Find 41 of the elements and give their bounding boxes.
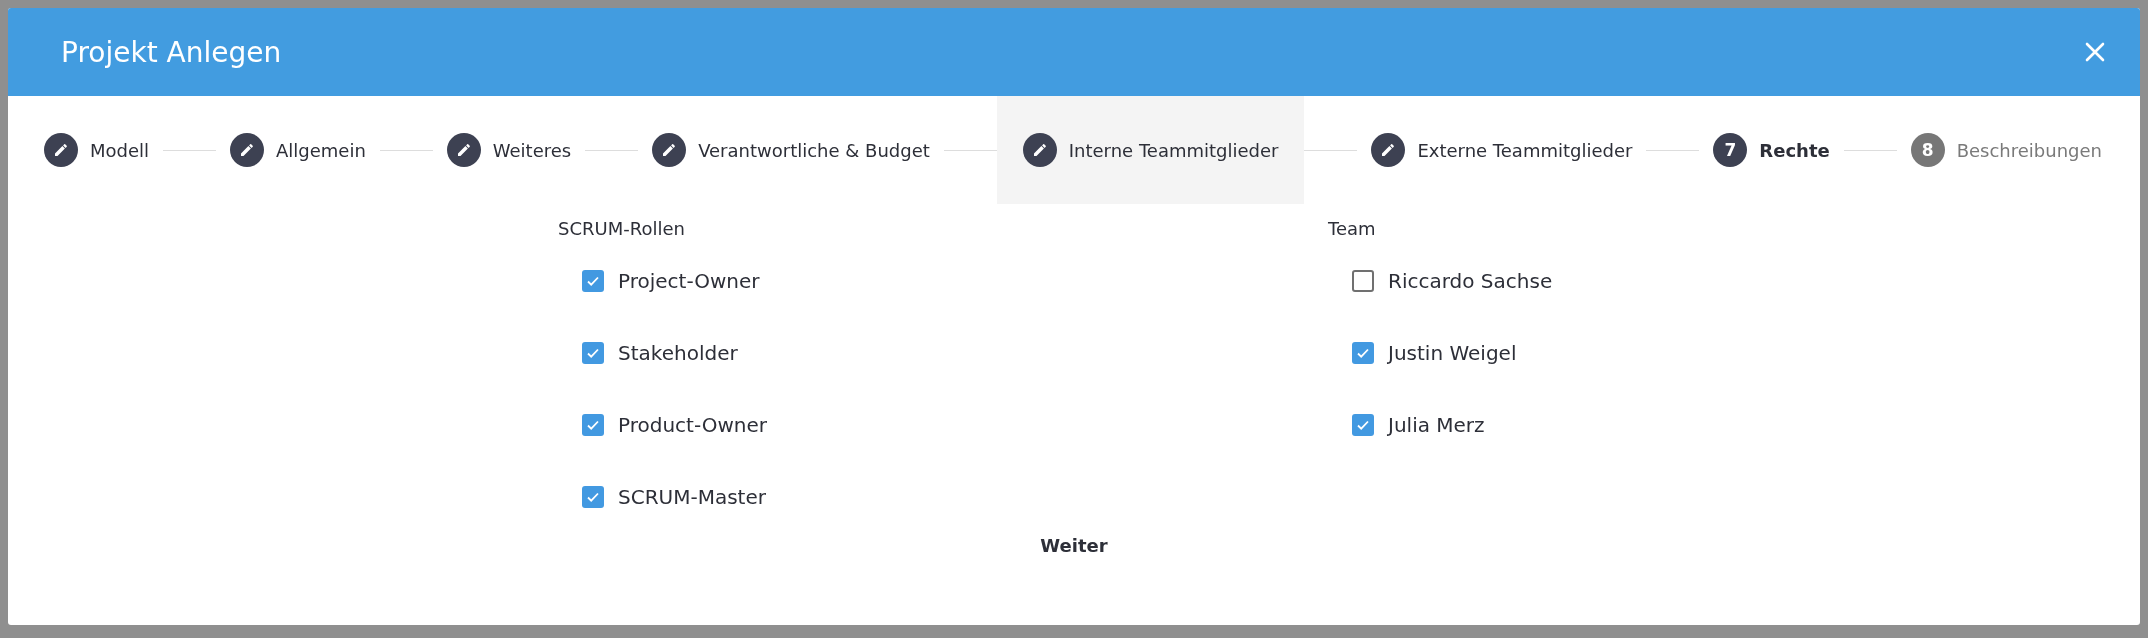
checkbox-label: Julia Merz [1388,413,1485,437]
pencil-icon [1380,142,1397,158]
wizard-step[interactable]: Externe Teammitglieder [1357,96,1647,204]
checkbox[interactable] [582,270,604,292]
step-label: Rechte [1759,139,1830,161]
step-number: 7 [1713,133,1748,167]
checkbox[interactable] [1352,342,1374,364]
wizard-step[interactable]: Allgemein [216,96,380,204]
wizard-step[interactable]: 7 Rechte [1699,96,1844,204]
checkbox-label: Riccardo Sachse [1388,269,1553,293]
dialog-title: Projekt Anlegen [61,35,282,69]
step-label: Weiteres [492,139,572,161]
step-label: Interne Teammitglieder [1068,139,1279,161]
pencil-icon [455,142,472,158]
pencil-icon [53,142,69,158]
wizard-step[interactable]: Verantwortliche & Budget [638,96,944,204]
pencil-icon [1031,142,1048,158]
pencil-icon [661,142,678,158]
checkbox[interactable] [1352,270,1374,292]
next-button[interactable]: Weiter [1024,527,1124,564]
checkbox[interactable] [1352,414,1374,436]
checkbox[interactable] [582,342,604,364]
checkbox[interactable] [582,414,604,436]
step-label: Allgemein [276,139,366,161]
checkbox[interactable] [582,486,604,508]
step-label: Modell [90,139,150,161]
wizard-step[interactable]: Weiteres [432,96,586,204]
checkbox-label: Stakeholder [618,341,738,365]
step-number: 8 [1910,133,1945,167]
checkbox-label: SCRUM-Master [618,485,766,509]
wizard-step[interactable]: Modell [30,96,164,204]
checkbox-label: Product-Owner [618,413,767,437]
step-label: Externe Teammitglieder [1417,139,1633,161]
step-label: Verantwortliche & Budget [698,139,930,161]
wizard-step[interactable]: Interne Teammitglieder [996,96,1305,204]
checkbox-label: Justin Weigel [1388,341,1517,365]
step-label: Beschreibungen [1956,139,2102,161]
group-title: SCRUM-Rollen [558,218,685,239]
checkbox-label: Project-Owner [618,269,760,293]
group-title: Team [1328,218,1376,239]
pencil-icon [239,142,255,158]
